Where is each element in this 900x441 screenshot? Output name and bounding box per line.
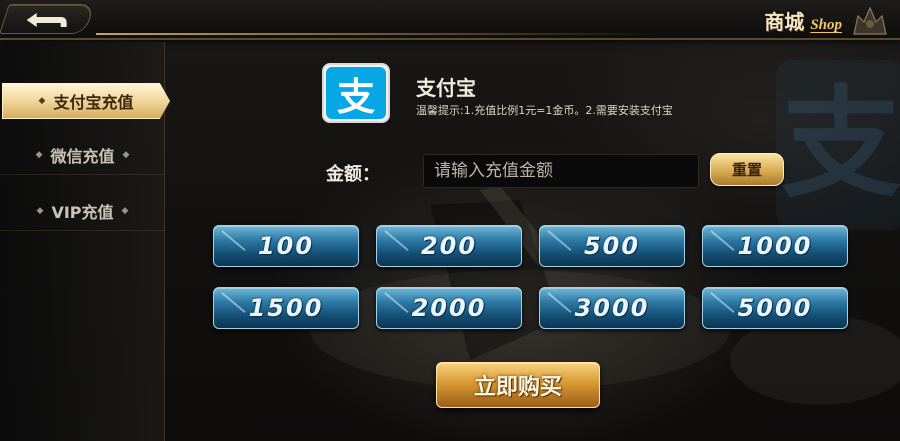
amount-option-label: 100 [257, 232, 315, 260]
amount-option-button[interactable]: 1000 [702, 225, 848, 267]
back-arrow-icon [26, 13, 67, 27]
amount-option-button[interactable]: 100 [213, 225, 359, 267]
button-shine [710, 292, 735, 314]
diamond-icon: ◆ [38, 96, 46, 106]
amount-option-label: 2000 [411, 294, 487, 322]
diamond-icon: ◆ [35, 149, 43, 160]
button-shine [221, 230, 246, 252]
amount-option-button[interactable]: 200 [376, 225, 522, 267]
amount-option-button[interactable]: 500 [539, 225, 685, 267]
diamond-icon: ◆ [36, 205, 44, 216]
sidebar-item-label: 微信充值 [50, 146, 115, 166]
emblem-icon [853, 6, 887, 35]
shop-screen: 商城 Shop ◆ 支付宝充值 ◆ 微信充值 ◆ ◆ VIP充值 ◆ 支 支 支… [0, 0, 900, 441]
sidebar: ◆ 支付宝充值 ◆ 微信充值 ◆ ◆ VIP充值 ◆ [0, 42, 170, 441]
payment-tip: 温馨提示:1.充值比例1元=1金币。2.需要安装支付宝 [416, 104, 673, 117]
sidebar-item-label: VIP充值 [51, 202, 114, 222]
diamond-icon: ◆ [121, 205, 129, 216]
buy-now-button[interactable]: 立即购买 [436, 362, 600, 408]
button-shine [547, 292, 572, 314]
diamond-icon: ◆ [122, 149, 130, 160]
alipay-icon: 支 [326, 67, 386, 119]
top-bar: 商城 Shop [0, 0, 900, 40]
amount-label: 金额： [326, 164, 380, 185]
top-accent-line [96, 33, 656, 35]
reset-button[interactable]: 重置 [710, 153, 784, 186]
amount-option-label: 5000 [737, 294, 813, 322]
button-shine [384, 230, 409, 252]
amount-option-button[interactable]: 1500 [213, 287, 359, 329]
page-title-en: Shop [810, 17, 842, 33]
back-button[interactable] [0, 4, 95, 34]
button-shine [710, 230, 735, 252]
alipay-watermark: 支 [776, 60, 900, 230]
sidebar-item-vip[interactable]: ◆ VIP充值 ◆ [0, 191, 165, 231]
page-title: 商城 Shop [764, 6, 842, 34]
amount-option-label: 1000 [737, 232, 813, 260]
amount-option-label: 1500 [248, 294, 324, 322]
alipay-logo: 支 [322, 63, 390, 123]
sidebar-item-alipay[interactable]: ◆ 支付宝充值 [2, 83, 170, 119]
page-title-cn: 商城 [764, 10, 805, 34]
amount-option-button[interactable]: 5000 [702, 287, 848, 329]
amount-option-label: 500 [583, 232, 641, 260]
sidebar-item-wechat[interactable]: ◆ 微信充值 ◆ [0, 135, 165, 175]
payment-method-title: 支付宝 [416, 76, 476, 100]
button-shine [547, 230, 572, 252]
buy-now-label: 立即购买 [473, 374, 562, 400]
amount-input[interactable] [423, 154, 699, 188]
amount-option-label: 3000 [574, 294, 650, 322]
amount-option-button[interactable]: 3000 [539, 287, 685, 329]
amount-option-label: 200 [420, 232, 478, 260]
amount-option-button[interactable]: 2000 [376, 287, 522, 329]
button-shine [221, 292, 246, 314]
button-shine [384, 292, 409, 314]
sidebar-item-label: 支付宝充值 [53, 93, 134, 112]
